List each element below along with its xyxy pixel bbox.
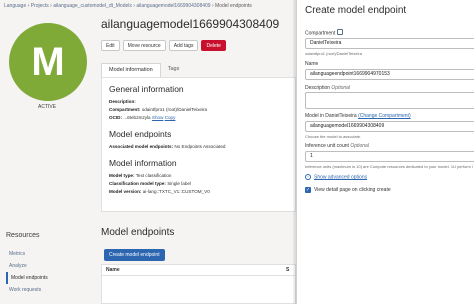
resource-item-model-endpoints[interactable]: Model endpoints	[6, 272, 86, 284]
edit-button[interactable]: Edit	[101, 40, 120, 51]
associated-endpoints-label: Associated model endpoints:	[109, 144, 174, 149]
breadcrumb-project[interactable]: ailanguage_customodel_dt_Models	[53, 3, 132, 9]
ocid-value: ...6teb2mzyla	[123, 115, 151, 120]
description-field-label-text: Description	[305, 85, 331, 91]
inference-help-text: Inference units (maximum is 10) are Comp…	[305, 164, 473, 169]
compartment-label: Compartment:	[109, 107, 141, 112]
ocid-copy-link[interactable]: Copy	[165, 115, 176, 120]
detail-tabs: Model information Tags	[101, 63, 186, 77]
associated-endpoints-row: Associated model endpoints: No Endpoints…	[109, 143, 288, 151]
column-header-state[interactable]: S	[286, 265, 289, 275]
description-field-label: Description Optional	[305, 85, 350, 91]
breadcrumb-language[interactable]: Language	[4, 3, 26, 9]
description-row: Description:	[109, 98, 288, 106]
model-information-heading: Model information	[109, 158, 177, 168]
general-info-heading: General information	[109, 84, 184, 94]
model-endpoints-heading: Model endpoints	[109, 129, 172, 139]
ocid-show-link[interactable]: Show	[152, 115, 164, 120]
expand-icon: ›	[305, 174, 311, 180]
model-version-row: Model version: ai-lang::TXTC_V1::CUSTOM_…	[109, 188, 288, 196]
compartment-value: odaintfpro1 (root)/DanielTeixeira	[141, 107, 208, 112]
breadcrumb: Language › Projects › ailanguage_customo…	[4, 3, 252, 9]
column-header-name[interactable]: Name	[106, 265, 286, 275]
tab-tags[interactable]: Tags	[161, 63, 187, 77]
compartment-help-text: odaintfpro1 (root)/DanielTeixeira	[305, 51, 362, 56]
compartment-info-icon[interactable]	[337, 29, 344, 35]
create-endpoint-panel: Create model endpoint Compartment Daniel…	[296, 0, 474, 304]
compartment-row: Compartment: odaintfpro1 (root)/DanielTe…	[109, 106, 288, 114]
resources-list: Metrics Analyze Model endpoints Work req…	[6, 248, 86, 296]
model-field-label: Model in DanielTeixeira (Change Compartm…	[305, 113, 411, 119]
inference-optional-tag: Optional	[350, 143, 369, 149]
show-advanced-options-text: Show advanced options	[314, 174, 368, 181]
classification-type-value: Single label	[167, 181, 191, 186]
ocid-label: OCID:	[109, 115, 123, 120]
compartment-field-label: Compartment	[305, 29, 344, 37]
show-advanced-options-link[interactable]: › Show advanced options	[305, 174, 367, 180]
resources-title: Resources	[6, 232, 40, 239]
create-model-endpoint-button[interactable]: Create model endpoint	[104, 249, 165, 261]
inference-field-label: Inference unit count Optional	[305, 143, 369, 149]
description-label: Description:	[109, 99, 136, 104]
view-detail-checkbox-row: ✓ View detail page on clicking create	[305, 187, 391, 193]
model-version-label: Model version:	[109, 189, 142, 194]
model-type-label: Model type:	[109, 173, 135, 178]
classification-type-row: Classification model type: Single label	[109, 180, 288, 188]
table-header: Name S	[102, 265, 295, 276]
compartment-field-label-text: Compartment	[305, 30, 336, 37]
ocid-row: OCID: ...6teb2mzyla Show Copy	[109, 114, 288, 122]
description-optional-tag: Optional	[331, 85, 351, 91]
tab-model-information[interactable]: Model information	[101, 63, 161, 77]
view-detail-checkbox[interactable]: ✓	[305, 187, 311, 193]
classification-type-label: Classification model type:	[109, 181, 166, 186]
model-version-value: ai-lang::TXTC_V1::CUSTOM_V0	[142, 189, 210, 194]
model-help-text: Choose the model to associate.	[305, 134, 362, 139]
inference-unit-input[interactable]: 1	[305, 151, 474, 162]
name-input[interactable]: ailanguageendpoint1669904970153	[305, 69, 474, 80]
breadcrumb-current: Model endpoints	[215, 3, 252, 9]
action-buttons: Edit Move resource Add tags Delete	[101, 40, 226, 51]
model-field-label-text: Model in DanielTeixeira	[305, 113, 357, 119]
delete-button[interactable]: Delete	[201, 40, 226, 51]
breadcrumb-model[interactable]: ailanguagemodel1669904308409	[136, 3, 210, 9]
name-field-label: Name	[305, 61, 319, 67]
avatar-letter: M	[31, 39, 65, 84]
compartment-select[interactable]: DanielTeixeira	[305, 38, 474, 49]
endpoints-table: Name S	[101, 264, 296, 304]
breadcrumb-projects[interactable]: Projects	[31, 3, 49, 9]
model-type-value: Text classification	[135, 173, 172, 178]
page-title: ailanguagemodel1669904308409	[101, 17, 280, 31]
model-info-card: General information Description: Compart…	[101, 77, 296, 212]
model-select[interactable]: ailanguagemodel1669904308409	[305, 121, 474, 132]
model-type-row: Model type: Text classification	[109, 172, 288, 180]
inference-field-label-text: Inference unit count	[305, 143, 349, 149]
view-detail-checkbox-label: View detail page on clicking create	[314, 187, 391, 193]
description-textarea[interactable]	[305, 92, 474, 109]
associated-endpoints-value: No Endpoints Associated	[174, 144, 226, 149]
resource-item-metrics[interactable]: Metrics	[6, 248, 86, 260]
resource-item-analyze[interactable]: Analyze	[6, 260, 86, 272]
model-endpoints-title: Model endpoints	[101, 227, 175, 238]
status-label: ACTIVE	[38, 104, 57, 110]
change-compartment-link[interactable]: (Change Compartment)	[358, 113, 411, 119]
panel-title: Create model endpoint	[305, 5, 407, 16]
model-avatar: M	[9, 23, 87, 101]
resource-item-work-requests[interactable]: Work requests	[6, 284, 86, 296]
move-resource-button[interactable]: Move resource	[122, 40, 166, 51]
add-tags-button[interactable]: Add tags	[168, 40, 199, 51]
